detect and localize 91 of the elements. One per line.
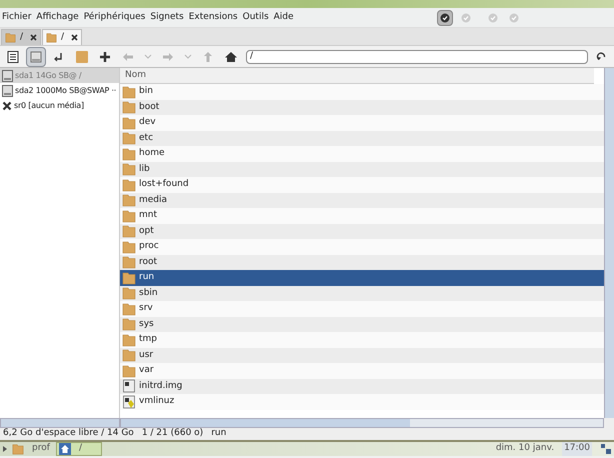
taskbar-item[interactable]: prof	[10, 442, 56, 456]
file-name: tmp	[139, 333, 158, 346]
file-row[interactable]: etc	[120, 130, 604, 146]
menu-item[interactable]: Aide	[272, 10, 296, 24]
file-name: run	[139, 271, 154, 284]
file-name: var	[139, 364, 154, 377]
menu-item[interactable]: Extensions	[186, 10, 240, 24]
taskbar-label: /	[79, 442, 82, 456]
executable-icon	[122, 394, 136, 409]
file-icon	[122, 379, 136, 394]
drive-icon	[2, 70, 13, 82]
device-label: sda1 14Go SB@ /	[15, 70, 82, 82]
refresh-icon	[596, 51, 606, 62]
home-icon	[224, 50, 238, 64]
file-row[interactable]: opt	[120, 224, 604, 239]
file-row[interactable]: initrd.img	[120, 378, 604, 394]
file-row[interactable]: sbin	[120, 286, 604, 301]
file-row[interactable]: tmp	[120, 332, 604, 348]
file-row[interactable]: dev	[120, 115, 604, 130]
file-row[interactable]: root	[120, 254, 604, 270]
check-circle-icon	[488, 12, 498, 22]
file-row[interactable]: home	[120, 146, 604, 162]
file-name: etc	[139, 132, 154, 144]
file-name: proc	[139, 240, 159, 253]
file-name: opt	[139, 224, 154, 238]
file-name: sys	[139, 318, 154, 330]
file-row[interactable]: proc	[120, 239, 604, 254]
horizontal-scrollbar[interactable]	[0, 418, 120, 428]
horizontal-scrollbar[interactable]	[120, 418, 604, 428]
tab[interactable]: /	[1, 29, 41, 45]
file-name: usr	[139, 348, 154, 362]
drive-icon	[29, 50, 43, 64]
menu-item[interactable]: Outils	[240, 10, 271, 24]
drive-icon	[2, 84, 13, 96]
file-name: sbin	[139, 286, 158, 300]
file-name: root	[139, 256, 158, 268]
file-name: media	[139, 194, 168, 206]
taskbar-label: prof	[32, 442, 50, 456]
check-circle-icon	[508, 12, 519, 22]
status-text: 1 / 21 (660 o)	[142, 427, 204, 440]
file-name: srv	[139, 302, 153, 315]
device-label: sda2 1000Mo SB@SWAP ··	[15, 84, 116, 96]
file-row[interactable]: var	[120, 363, 604, 378]
file-row[interactable]: srv	[120, 301, 604, 316]
menu-item[interactable]: Périphériques	[82, 10, 148, 24]
close-icon[interactable]	[30, 34, 37, 41]
plus-icon	[98, 50, 112, 64]
column-header[interactable]: Nom	[120, 68, 594, 84]
device-label: sr0 [aucun média]	[14, 100, 84, 112]
menu-item[interactable]: Signets	[148, 10, 186, 24]
toggle-button[interactable]	[436, 10, 453, 26]
status-text: run	[211, 427, 226, 440]
file-row[interactable]: bin	[120, 84, 604, 100]
file-name: home	[139, 147, 165, 160]
file-row[interactable]: sys	[120, 316, 604, 332]
file-row[interactable]: lost+found	[120, 177, 604, 192]
clock-text: 17:00	[562, 442, 592, 456]
file-row[interactable]: boot	[120, 100, 604, 115]
tab-label: /	[20, 30, 24, 44]
date-text: dim. 10 janv.	[496, 442, 554, 456]
menu-item[interactable]: Affichage	[34, 10, 81, 24]
file-name: mnt	[139, 209, 157, 222]
list-view-icon	[6, 50, 20, 64]
file-name: lib	[139, 162, 150, 176]
file-row[interactable]: lib	[120, 162, 604, 177]
status-text: 6,2 Go d'espace libre / 14 Go	[3, 427, 134, 440]
close-icon[interactable]	[71, 34, 78, 41]
file-row[interactable]: usr	[120, 348, 604, 363]
path-value: /	[250, 50, 254, 63]
cross-icon	[2, 100, 12, 110]
check-circle-icon	[440, 12, 450, 22]
file-row[interactable]: run	[120, 270, 604, 286]
taskbar-item[interactable]: /	[56, 442, 102, 456]
home-icon	[59, 443, 71, 455]
check-circle-icon	[460, 12, 471, 22]
tab-label: /	[61, 30, 64, 44]
file-name: boot	[139, 100, 160, 114]
device-item[interactable]: sda2 1000Mo SB@SWAP ··	[0, 83, 119, 98]
file-row[interactable]: mnt	[120, 208, 604, 224]
file-name: bin	[139, 85, 153, 98]
file-name: vmlinuz	[139, 395, 174, 408]
menu-item[interactable]: Fichier	[0, 10, 34, 24]
vertical-scrollbar[interactable]	[604, 68, 614, 418]
file-name: lost+found	[139, 178, 189, 191]
file-row[interactable]: media	[120, 192, 604, 208]
path-field[interactable]: /	[246, 50, 588, 64]
file-name: dev	[139, 116, 156, 129]
device-item[interactable]: sr0 [aucun média]	[0, 98, 119, 113]
file-row[interactable]: vmlinuz	[120, 394, 604, 410]
tab[interactable]: /	[42, 29, 82, 45]
file-name: initrd.img	[139, 380, 182, 392]
